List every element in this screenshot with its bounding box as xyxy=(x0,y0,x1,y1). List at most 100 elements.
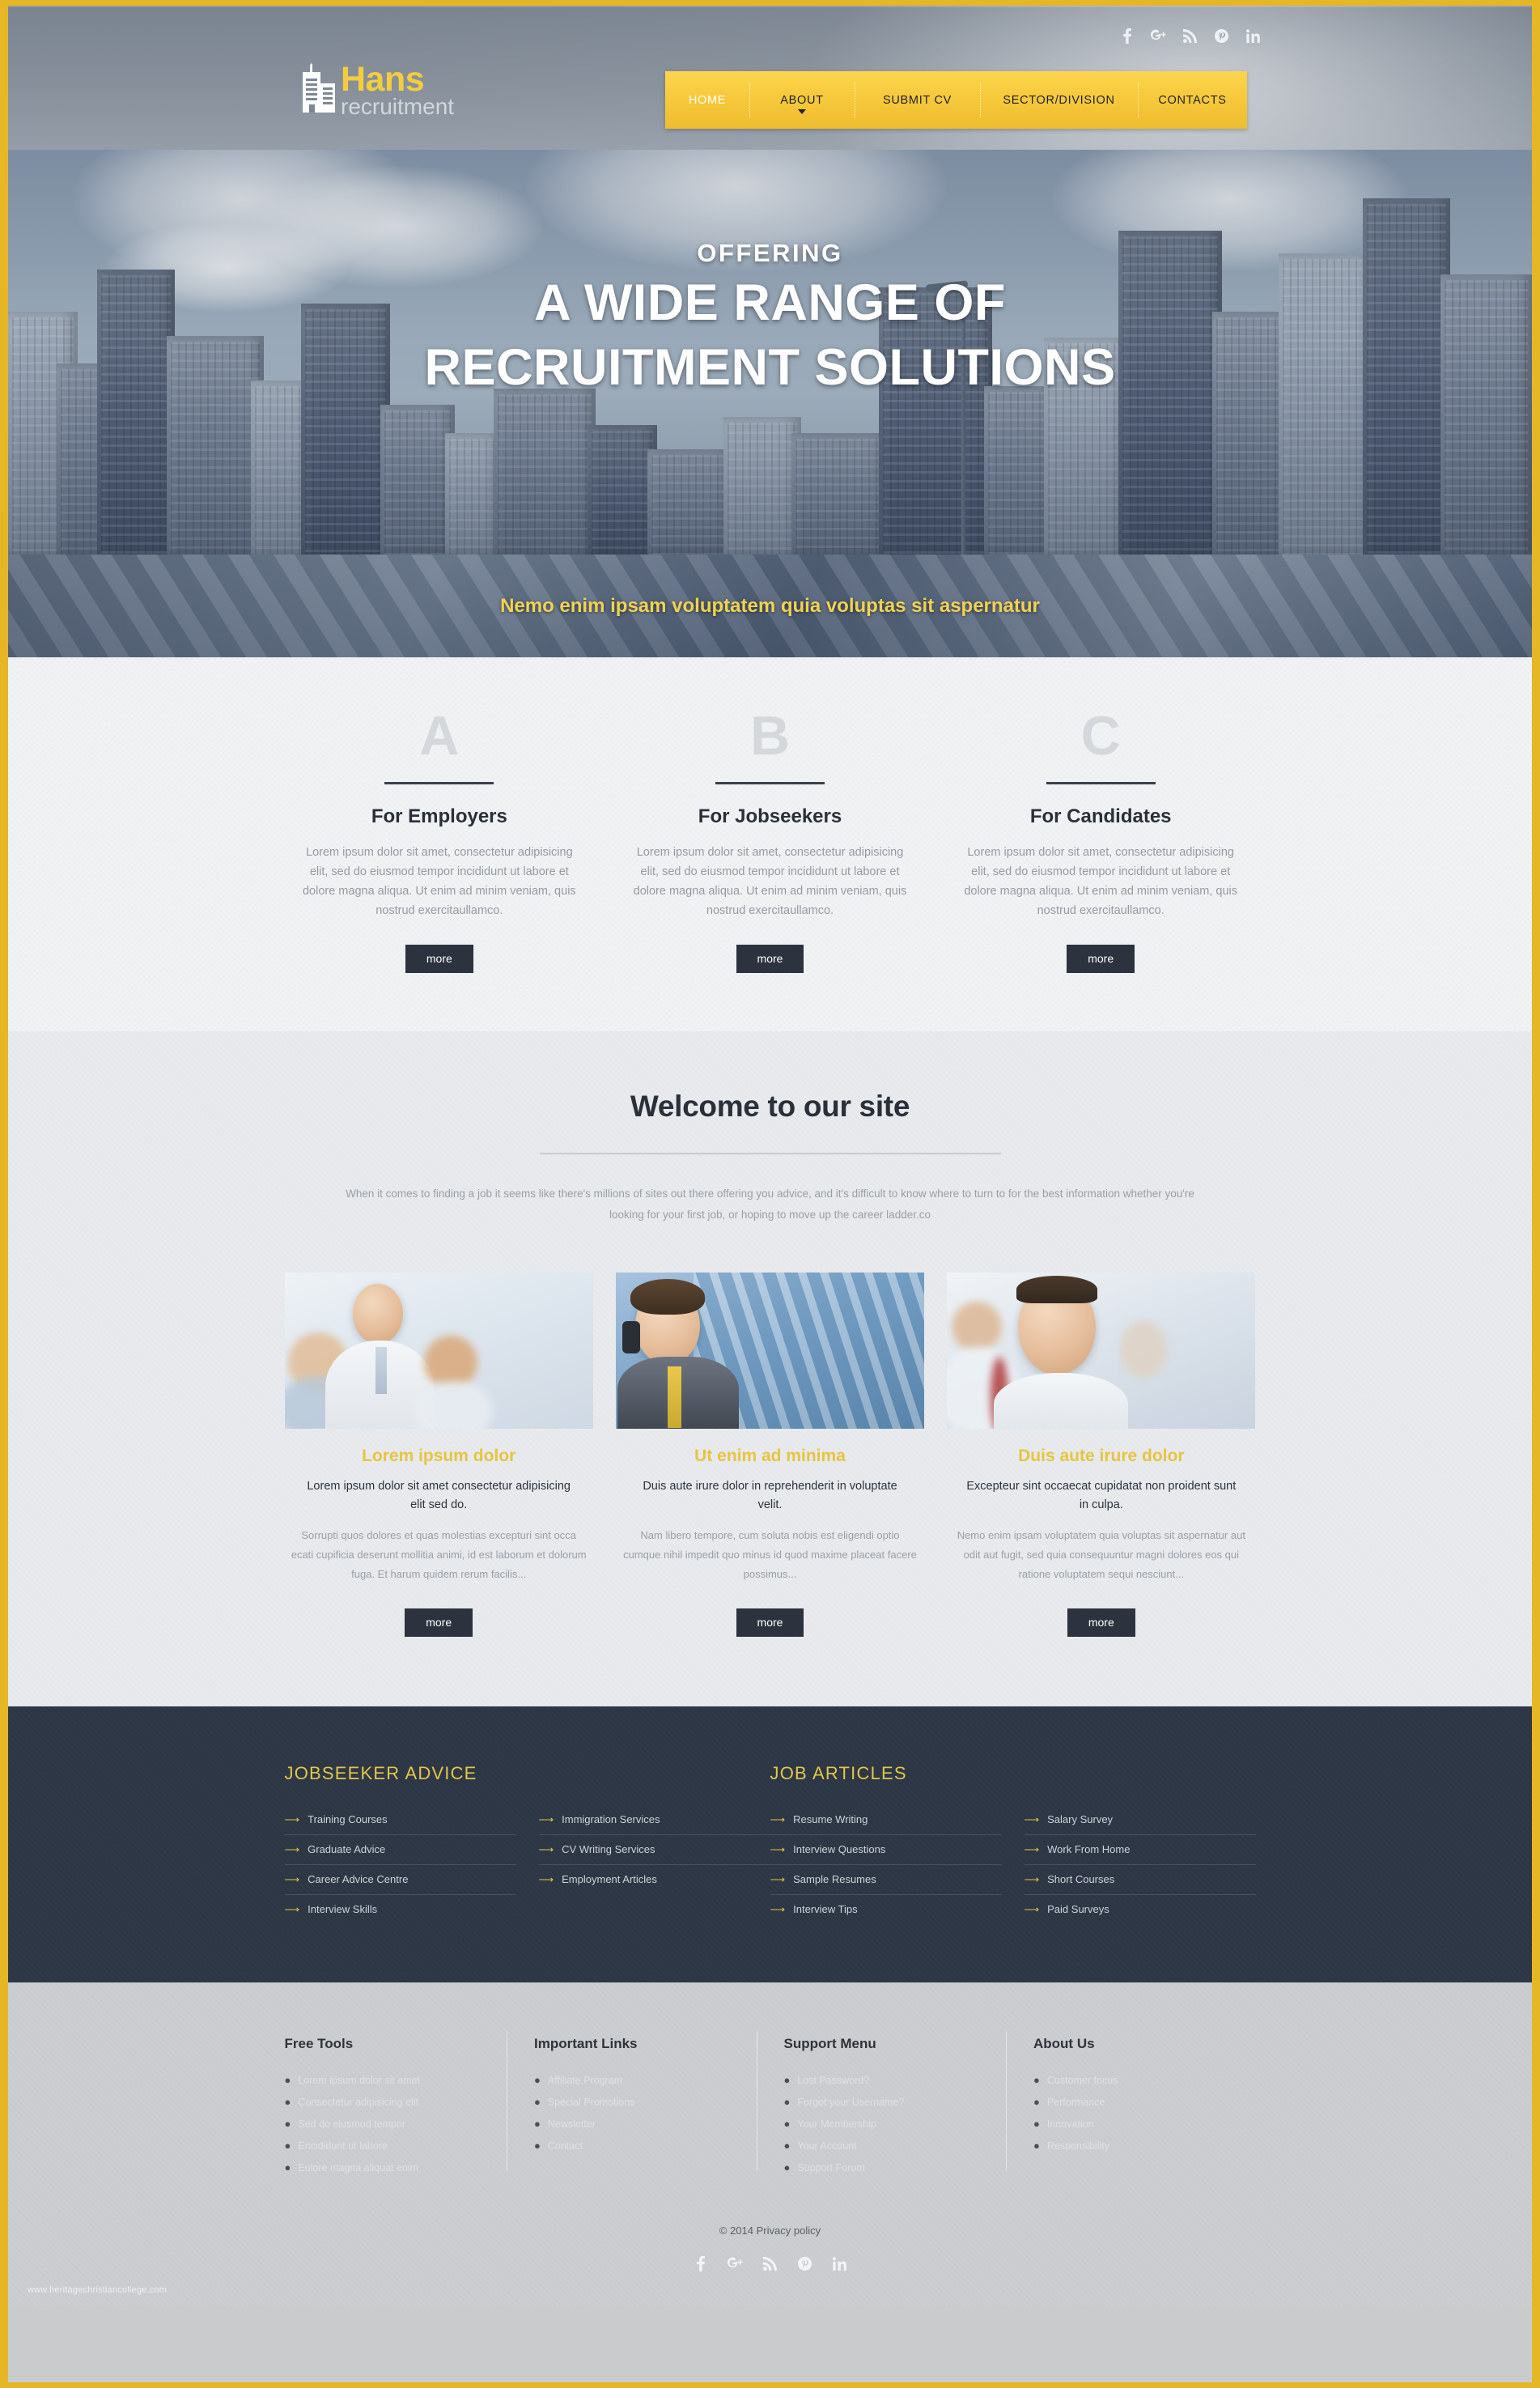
resource-link[interactable]: ⟶ Graduate Advice xyxy=(284,1835,516,1865)
footer-link[interactable]: ● Encididunt ut labore xyxy=(285,2135,486,2157)
footer-heading: Important Links xyxy=(534,2036,638,2051)
linkedin-icon[interactable] xyxy=(832,2254,847,2272)
resource-link[interactable]: ⟶ Interview Skills xyxy=(285,1895,516,1924)
bullet-icon: ● xyxy=(284,2161,291,2173)
resource-link[interactable]: ⟶ Paid Surveys xyxy=(1025,1895,1256,1924)
footer-heading: Free Tools xyxy=(284,2036,354,2051)
welcome-paragraph: When it comes to finding a job it seems … xyxy=(346,1188,1194,1221)
service-column-jobseekers: B For Jobseekers Lorem ipsum dolor sit a… xyxy=(615,707,925,973)
footer-link[interactable]: ● Forgot your Username? xyxy=(784,2092,986,2114)
footer-link[interactable]: ● Performance xyxy=(1033,2092,1235,2114)
footer-link[interactable]: ● Customer focus xyxy=(1033,2070,1235,2092)
smiling-professional-photo[interactable] xyxy=(947,1273,1256,1429)
main-navigation: HOME ABOUT SUBMIT CV SECTOR/DIVISION CON… xyxy=(665,71,1247,129)
footer-social-list xyxy=(8,2254,1532,2272)
nav-label: CONTACTS xyxy=(1158,93,1227,107)
service-title: For Candidates xyxy=(1029,805,1172,827)
more-button[interactable]: more xyxy=(736,945,804,973)
facebook-icon[interactable] xyxy=(1119,27,1135,45)
footer-link[interactable]: ● Your Account xyxy=(784,2135,986,2157)
pinterest-icon[interactable] xyxy=(797,2254,812,2272)
jobseeker-advice-group: JOBSEEKER ADVICE ⟶ Training Courses ⟶ Gr… xyxy=(284,1763,770,1924)
footer-link[interactable]: ● Support Forum xyxy=(784,2157,986,2179)
more-button[interactable]: more xyxy=(736,1608,804,1637)
linkedin-icon[interactable] xyxy=(1245,27,1261,45)
business-team-photo[interactable] xyxy=(284,1273,593,1429)
welcome-section: Welcome to our site When it comes to fin… xyxy=(8,1031,1532,1706)
pinterest-icon[interactable] xyxy=(1214,27,1229,45)
more-button[interactable]: more xyxy=(405,945,473,973)
nav-item-contacts[interactable]: CONTACTS xyxy=(1138,82,1247,118)
businessman-phone-photo[interactable] xyxy=(615,1273,925,1429)
footer-link[interactable]: ● Consectetur adipisicing elit xyxy=(285,2092,486,2114)
google-plus-icon[interactable] xyxy=(728,2254,743,2272)
resource-link[interactable]: ⟶ Interview Tips xyxy=(770,1895,1002,1924)
nav-item-submit-cv[interactable]: SUBMIT CV xyxy=(855,82,980,118)
footer-link-label: Lorem ipsum dolor sit amet xyxy=(298,2075,421,2086)
link-column: ⟶ Immigration Services ⟶ CV Writing Serv… xyxy=(538,1805,770,1924)
article-title[interactable]: Ut enim ad minima xyxy=(616,1447,924,1466)
more-button[interactable]: more xyxy=(1067,1608,1135,1637)
resource-link[interactable]: ⟶ Interview Questions xyxy=(770,1835,1002,1865)
footer-link[interactable]: ● Affiliate Program xyxy=(534,2070,736,2092)
footer-link[interactable]: ● Contact xyxy=(534,2135,736,2157)
resource-link[interactable]: ⟶ Employment Articles xyxy=(539,1865,770,1894)
link-label: Resume Writing xyxy=(793,1813,868,1825)
footer-link[interactable]: ● Lost Password? xyxy=(784,2070,986,2092)
footer-link[interactable]: ● Lorem ipsum dolor sit amet xyxy=(285,2070,486,2092)
resource-link[interactable]: ⟶ Work From Home xyxy=(1024,1835,1256,1865)
footer-link[interactable]: ● Your Membership xyxy=(784,2114,986,2135)
nav-item-home[interactable]: HOME xyxy=(665,94,749,107)
nav-item-sector-division[interactable]: SECTOR/DIVISION xyxy=(980,82,1138,118)
article-body: Nam libero tempore, cum soluta nobis est… xyxy=(623,1529,917,1580)
more-button[interactable]: more xyxy=(1067,945,1135,973)
resource-link[interactable]: ⟶ Immigration Services xyxy=(538,1805,770,1835)
more-button[interactable]: more xyxy=(405,1608,473,1637)
bullet-icon: ● xyxy=(534,2096,541,2108)
arrow-right-icon: ⟶ xyxy=(770,1873,786,1885)
bullet-icon: ● xyxy=(534,2074,541,2086)
service-letter: C xyxy=(1080,705,1121,767)
footer-link[interactable]: ● Sed do eiusmod tempor xyxy=(285,2114,486,2135)
resource-link[interactable]: ⟶ Career Advice Centre xyxy=(284,1865,516,1895)
footer-link[interactable]: ● Newsletter xyxy=(534,2114,736,2135)
arrow-right-icon: ⟶ xyxy=(1024,1813,1040,1825)
resource-link[interactable]: ⟶ Salary Survey xyxy=(1024,1805,1256,1835)
footer-link[interactable]: ● Eolore magna aliquat enim xyxy=(285,2157,486,2179)
group-heading: JOB ARTICLES xyxy=(770,1763,907,1783)
link-label: Training Courses xyxy=(308,1813,388,1825)
google-plus-icon[interactable] xyxy=(1151,27,1166,45)
article-title[interactable]: Duis aute irure dolor xyxy=(947,1447,1255,1466)
privacy-policy-link[interactable]: Privacy policy xyxy=(757,2224,821,2237)
footer-link[interactable]: ● Innovation xyxy=(1033,2114,1235,2135)
facebook-icon[interactable] xyxy=(693,2254,708,2272)
nav-item-about[interactable]: ABOUT xyxy=(749,82,855,118)
footer-link-label: Affiliate Program xyxy=(547,2075,623,2086)
resource-link[interactable]: ⟶ Short Courses xyxy=(1024,1865,1256,1895)
resource-link[interactable]: ⟶ CV Writing Services xyxy=(538,1835,770,1865)
bullet-icon: ● xyxy=(284,2139,291,2152)
rss-icon[interactable] xyxy=(762,2254,778,2272)
resource-link[interactable]: ⟶ Training Courses xyxy=(284,1805,516,1835)
article-card: Lorem ipsum dolor Lorem ipsum dolor sit … xyxy=(284,1273,593,1637)
link-label: Career Advice Centre xyxy=(308,1873,409,1885)
hero-headline-line-2: RECRUITMENT SOLUTIONS xyxy=(424,339,1116,396)
article-title[interactable]: Lorem ipsum dolor xyxy=(285,1447,593,1466)
service-text: Lorem ipsum dolor sit amet, consectetur … xyxy=(964,846,1238,917)
site-logo[interactable]: Hans recruitment xyxy=(293,62,454,118)
service-column-candidates: C For Candidates Lorem ipsum dolor sit a… xyxy=(946,707,1256,973)
arrow-right-icon: ⟶ xyxy=(770,1903,786,1915)
hero-headline-line-1: A WIDE RANGE OF xyxy=(534,274,1006,331)
nav-label: ABOUT xyxy=(780,93,824,107)
footer-link[interactable]: ● Special Promotions xyxy=(534,2092,736,2114)
resource-link[interactable]: ⟶ Sample Resumes xyxy=(770,1865,1002,1895)
footer-column-about-us: About Us ● Customer focus ● Performance ● I… xyxy=(1006,2031,1256,2179)
link-label: Work From Home xyxy=(1047,1843,1131,1855)
link-label: Paid Surveys xyxy=(1047,1903,1109,1915)
rss-icon[interactable] xyxy=(1182,27,1198,45)
footer-link-label: Your Membership xyxy=(797,2118,876,2130)
hero-caption: OFFERING A WIDE RANGE OF RECRUITMENT SOL… xyxy=(8,239,1532,397)
footer-link[interactable]: ● Responsibility xyxy=(1033,2135,1235,2157)
footer-column-free-tools: Free Tools ● Lorem ipsum dolor sit amet ●… xyxy=(285,2036,507,2179)
resource-link[interactable]: ⟶ Resume Writing xyxy=(770,1805,1002,1835)
